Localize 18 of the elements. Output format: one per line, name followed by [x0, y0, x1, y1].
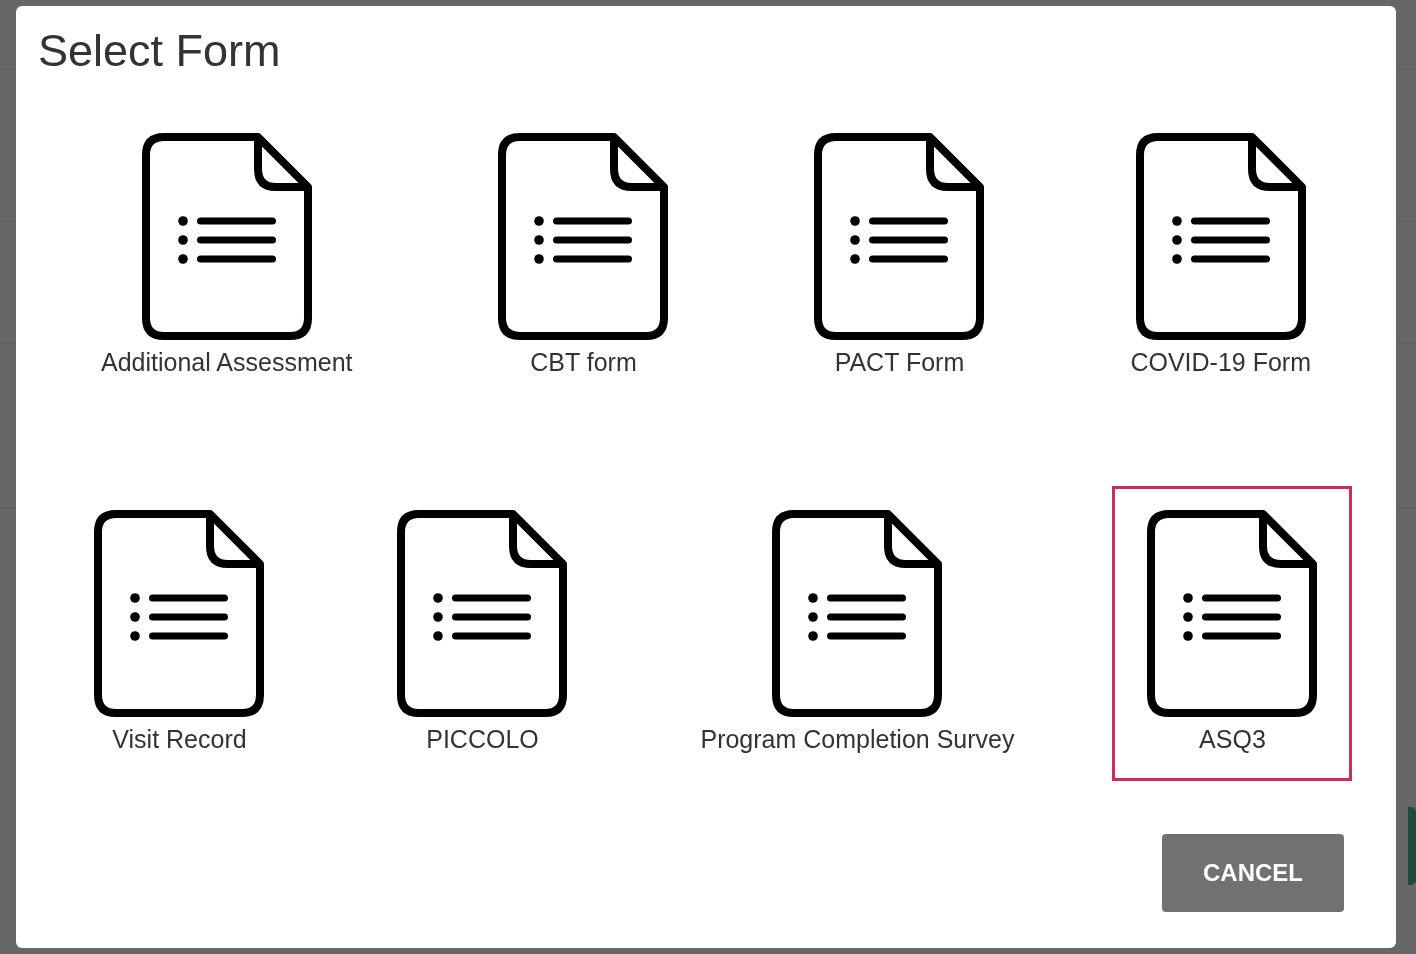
- form-tile[interactable]: Additional Assessment: [66, 109, 388, 404]
- document-icon: [498, 133, 669, 340]
- form-tile[interactable]: COVID-19 Form: [1095, 109, 1346, 404]
- document-icon: [772, 510, 943, 717]
- document-icon: [141, 133, 312, 340]
- document-icon: [94, 510, 265, 717]
- form-tile[interactable]: Visit Record: [59, 486, 300, 781]
- dialog-title: Select Form: [38, 24, 281, 78]
- form-tile[interactable]: PICCOLO: [362, 486, 603, 781]
- document-icon: [814, 133, 985, 340]
- form-tile[interactable]: CBT form: [463, 109, 704, 404]
- cancel-button[interactable]: CANCEL: [1162, 834, 1344, 912]
- document-icon: [397, 510, 568, 717]
- document-icon: [1135, 133, 1306, 340]
- form-tile[interactable]: ASQ3: [1112, 486, 1353, 781]
- form-tile[interactable]: Program Completion Survey: [665, 486, 1050, 781]
- document-icon: [1147, 510, 1318, 717]
- form-tile[interactable]: PACT Form: [779, 109, 1020, 404]
